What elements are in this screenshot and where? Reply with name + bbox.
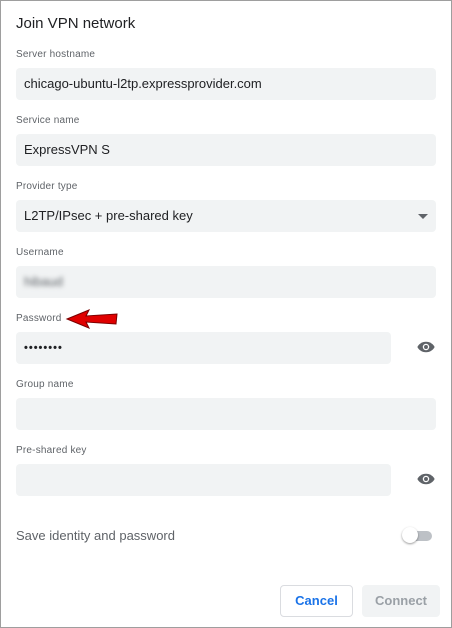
service-name-value: ExpressVPN S <box>24 142 110 157</box>
password-label: Password <box>16 313 62 324</box>
red-arrow-icon <box>65 309 118 329</box>
save-identity-label: Save identity and password <box>16 528 175 543</box>
service-name-label: Service name <box>16 115 80 126</box>
eye-icon[interactable] <box>417 473 435 485</box>
username-value: hibaud <box>24 274 64 289</box>
provider-type-select[interactable]: L2TP/IPsec + pre-shared key <box>16 200 436 232</box>
caret-down-icon <box>418 214 428 219</box>
server-hostname-value: chicago-ubuntu-l2tp.expressprovider.com <box>24 76 262 91</box>
toggle-knob <box>402 527 418 543</box>
provider-type-value: L2TP/IPsec + pre-shared key <box>24 208 193 223</box>
connect-button[interactable]: Connect <box>362 585 440 617</box>
pre-shared-key-input[interactable] <box>16 464 391 496</box>
join-vpn-dialog: Join VPN network Server hostname chicago… <box>0 0 452 628</box>
server-hostname-label: Server hostname <box>16 49 96 60</box>
password-value: •••••••• <box>24 342 63 354</box>
cancel-button[interactable]: Cancel <box>280 585 353 617</box>
service-name-input[interactable]: ExpressVPN S <box>16 134 436 166</box>
save-identity-toggle[interactable] <box>402 527 434 543</box>
dialog-title: Join VPN network <box>16 15 136 32</box>
server-hostname-input[interactable]: chicago-ubuntu-l2tp.expressprovider.com <box>16 68 436 100</box>
username-input[interactable]: hibaud <box>16 266 436 298</box>
provider-type-label: Provider type <box>16 181 78 192</box>
group-name-input[interactable] <box>16 398 436 430</box>
password-input[interactable]: •••••••• <box>16 332 391 364</box>
pre-shared-key-label: Pre-shared key <box>16 445 87 456</box>
eye-icon[interactable] <box>417 341 435 353</box>
group-name-label: Group name <box>16 379 74 390</box>
username-label: Username <box>16 247 64 258</box>
